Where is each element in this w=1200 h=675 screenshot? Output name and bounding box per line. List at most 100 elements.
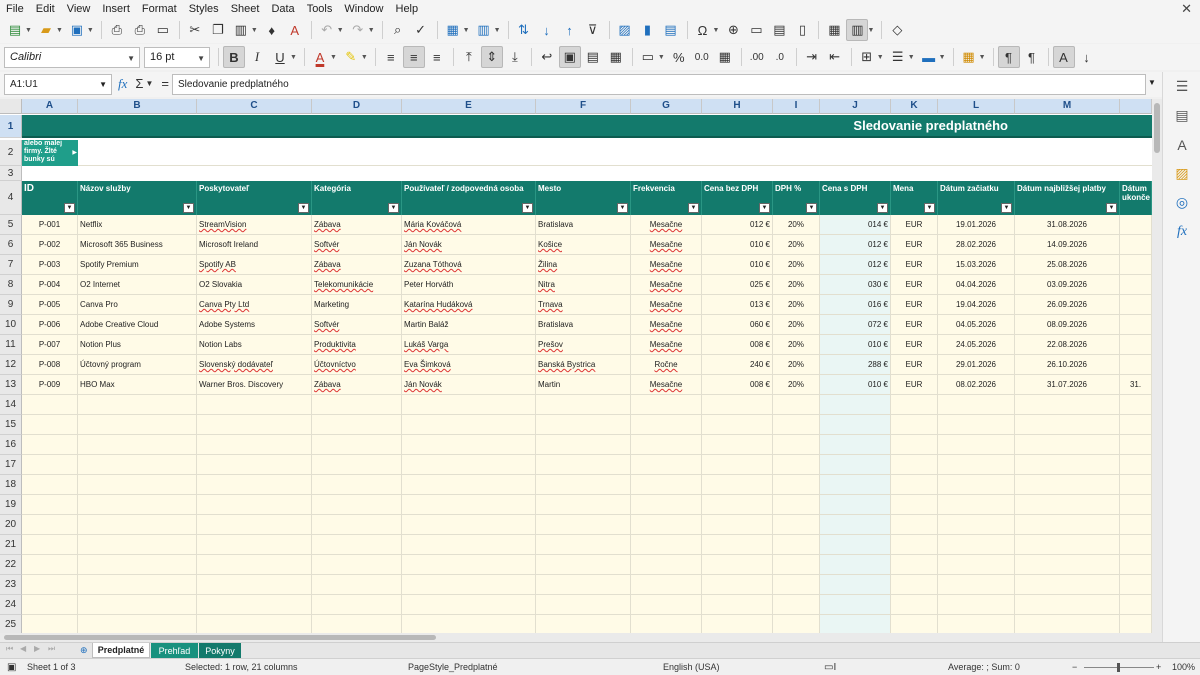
row-header-5[interactable]: 5 [0,215,22,235]
cut-icon[interactable]: ✂ [184,19,206,41]
cell-e8[interactable]: Peter Horváth [402,275,536,295]
spreadsheet-grid[interactable]: A B C D E F G H I J K L M 1 2 3 4 5 6 7 8 9 10 11 12 13 14 15 16 17 18… [0,99,1152,633]
function-wizard-icon[interactable]: fx [118,76,127,92]
row-header-2[interactable]: 2 [0,140,22,166]
cell-i15[interactable] [773,415,820,435]
cell-j10[interactable]: 072 € [820,315,891,335]
cell-i25[interactable] [773,615,820,633]
cell-j21[interactable] [820,535,891,555]
cell-d22[interactable] [312,555,402,575]
column-dropdown-icon[interactable]: ▼ [494,27,501,34]
row-icon[interactable]: ▦ [442,19,464,41]
cell-i8[interactable]: 20% [773,275,820,295]
menu-help[interactable]: Help [390,3,425,15]
currency-dropdown-icon[interactable]: ▼ [658,54,665,61]
cell-h12[interactable]: 240 € [702,355,773,375]
align-left-icon[interactable]: ≡ [380,46,402,68]
cell-e12[interactable]: Eva Šimková [402,355,536,375]
insert-chart-icon[interactable]: ▮ [637,19,659,41]
column-title-5[interactable]: Používateľ / zodpovedná osoba ▼ [402,181,536,215]
cell-l14[interactable] [938,395,1015,415]
cell-a23[interactable] [22,575,78,595]
cell-f11[interactable]: Prešov [536,335,631,355]
cell-a18[interactable] [22,475,78,495]
date-format-icon[interactable]: ▦ [714,46,736,68]
cell-n17[interactable] [1120,455,1152,475]
cell-b5[interactable]: Netflix [78,215,197,235]
cell-g12[interactable]: Ročne [631,355,702,375]
chevron-down-icon[interactable]: ▼ [197,54,205,63]
cell-l21[interactable] [938,535,1015,555]
cell-n9[interactable] [1120,295,1152,315]
cell-a8[interactable]: P-004 [22,275,78,295]
styles-icon[interactable]: A [1163,130,1200,159]
save-dropdown-icon[interactable]: ▼ [87,27,94,34]
menu-sheet[interactable]: Sheet [225,3,266,15]
cell-d24[interactable] [312,595,402,615]
filter-dropdown-icon[interactable]: ▼ [617,203,628,213]
cell-c13[interactable]: Warner Bros. Discovery [197,375,312,395]
spelling-icon[interactable]: ✓ [410,19,432,41]
cell-h15[interactable] [702,415,773,435]
cell-l11[interactable]: 24.05.2026 [938,335,1015,355]
menu-file[interactable]: File [0,3,30,15]
column-header-k[interactable]: K [891,99,938,114]
borders-dropdown-icon[interactable]: ▼ [877,54,884,61]
cell-n15[interactable] [1120,415,1152,435]
cell-b24[interactable] [78,595,197,615]
cell-a24[interactable] [22,595,78,615]
cell-n13[interactable]: 31. [1120,375,1152,395]
cell-d5[interactable]: Zábava [312,215,402,235]
cell-m11[interactable]: 22.08.2026 [1015,335,1120,355]
cell-k18[interactable] [891,475,938,495]
cell-i24[interactable] [773,595,820,615]
cell-a16[interactable] [22,435,78,455]
new-dropdown-icon[interactable]: ▼ [25,27,32,34]
find-replace-icon[interactable]: ⌕ [387,19,409,41]
filter-dropdown-icon[interactable]: ▼ [1106,203,1117,213]
cell-i21[interactable] [773,535,820,555]
cell-b22[interactable] [78,555,197,575]
name-box[interactable]: A1:U1 ▼ [4,74,112,95]
cell-g25[interactable] [631,615,702,633]
cell-n11[interactable] [1120,335,1152,355]
cell-i16[interactable] [773,435,820,455]
cell-l25[interactable] [938,615,1015,633]
show-draw-functions-icon[interactable]: ◇ [886,19,908,41]
cell-f15[interactable] [536,415,631,435]
cell-m21[interactable] [1015,535,1120,555]
currency-format-icon[interactable]: ▭ [637,46,659,68]
row-header-21[interactable]: 21 [0,535,22,555]
filter-dropdown-icon[interactable]: ▼ [806,203,817,213]
cell-a22[interactable] [22,555,78,575]
cell-j25[interactable] [820,615,891,633]
cell-e22[interactable] [402,555,536,575]
wrap-text-icon[interactable]: ↩ [536,46,558,68]
formula-icon[interactable]: = [161,76,169,92]
cell-b9[interactable]: Canva Pro [78,295,197,315]
cell-h16[interactable] [702,435,773,455]
cell-b18[interactable] [78,475,197,495]
cell-a15[interactable] [22,415,78,435]
cell-g21[interactable] [631,535,702,555]
underline-icon[interactable]: U [269,46,291,68]
cell-l10[interactable]: 04.05.2026 [938,315,1015,335]
horizontal-scrollbar[interactable] [0,633,1162,642]
cell-k21[interactable] [891,535,938,555]
vertical-scrollbar[interactable] [1152,99,1162,633]
navigator-icon[interactable]: ◎ [1163,188,1200,217]
align-center-icon[interactable]: ≡ [402,46,425,68]
cell-h5[interactable]: 012 € [702,215,773,235]
cell-l13[interactable]: 08.02.2026 [938,375,1015,395]
cell-m17[interactable] [1015,455,1120,475]
cell-i20[interactable] [773,515,820,535]
filter-dropdown-icon[interactable]: ▼ [522,203,533,213]
cell-j14[interactable] [820,395,891,415]
filter-dropdown-icon[interactable]: ▼ [877,203,888,213]
cell-i6[interactable]: 20% [773,235,820,255]
row-header-16[interactable]: 16 [0,435,22,455]
cell-k13[interactable]: EUR [891,375,938,395]
cell-b23[interactable] [78,575,197,595]
cell-n6[interactable] [1120,235,1152,255]
column-header-i[interactable]: I [773,99,820,114]
